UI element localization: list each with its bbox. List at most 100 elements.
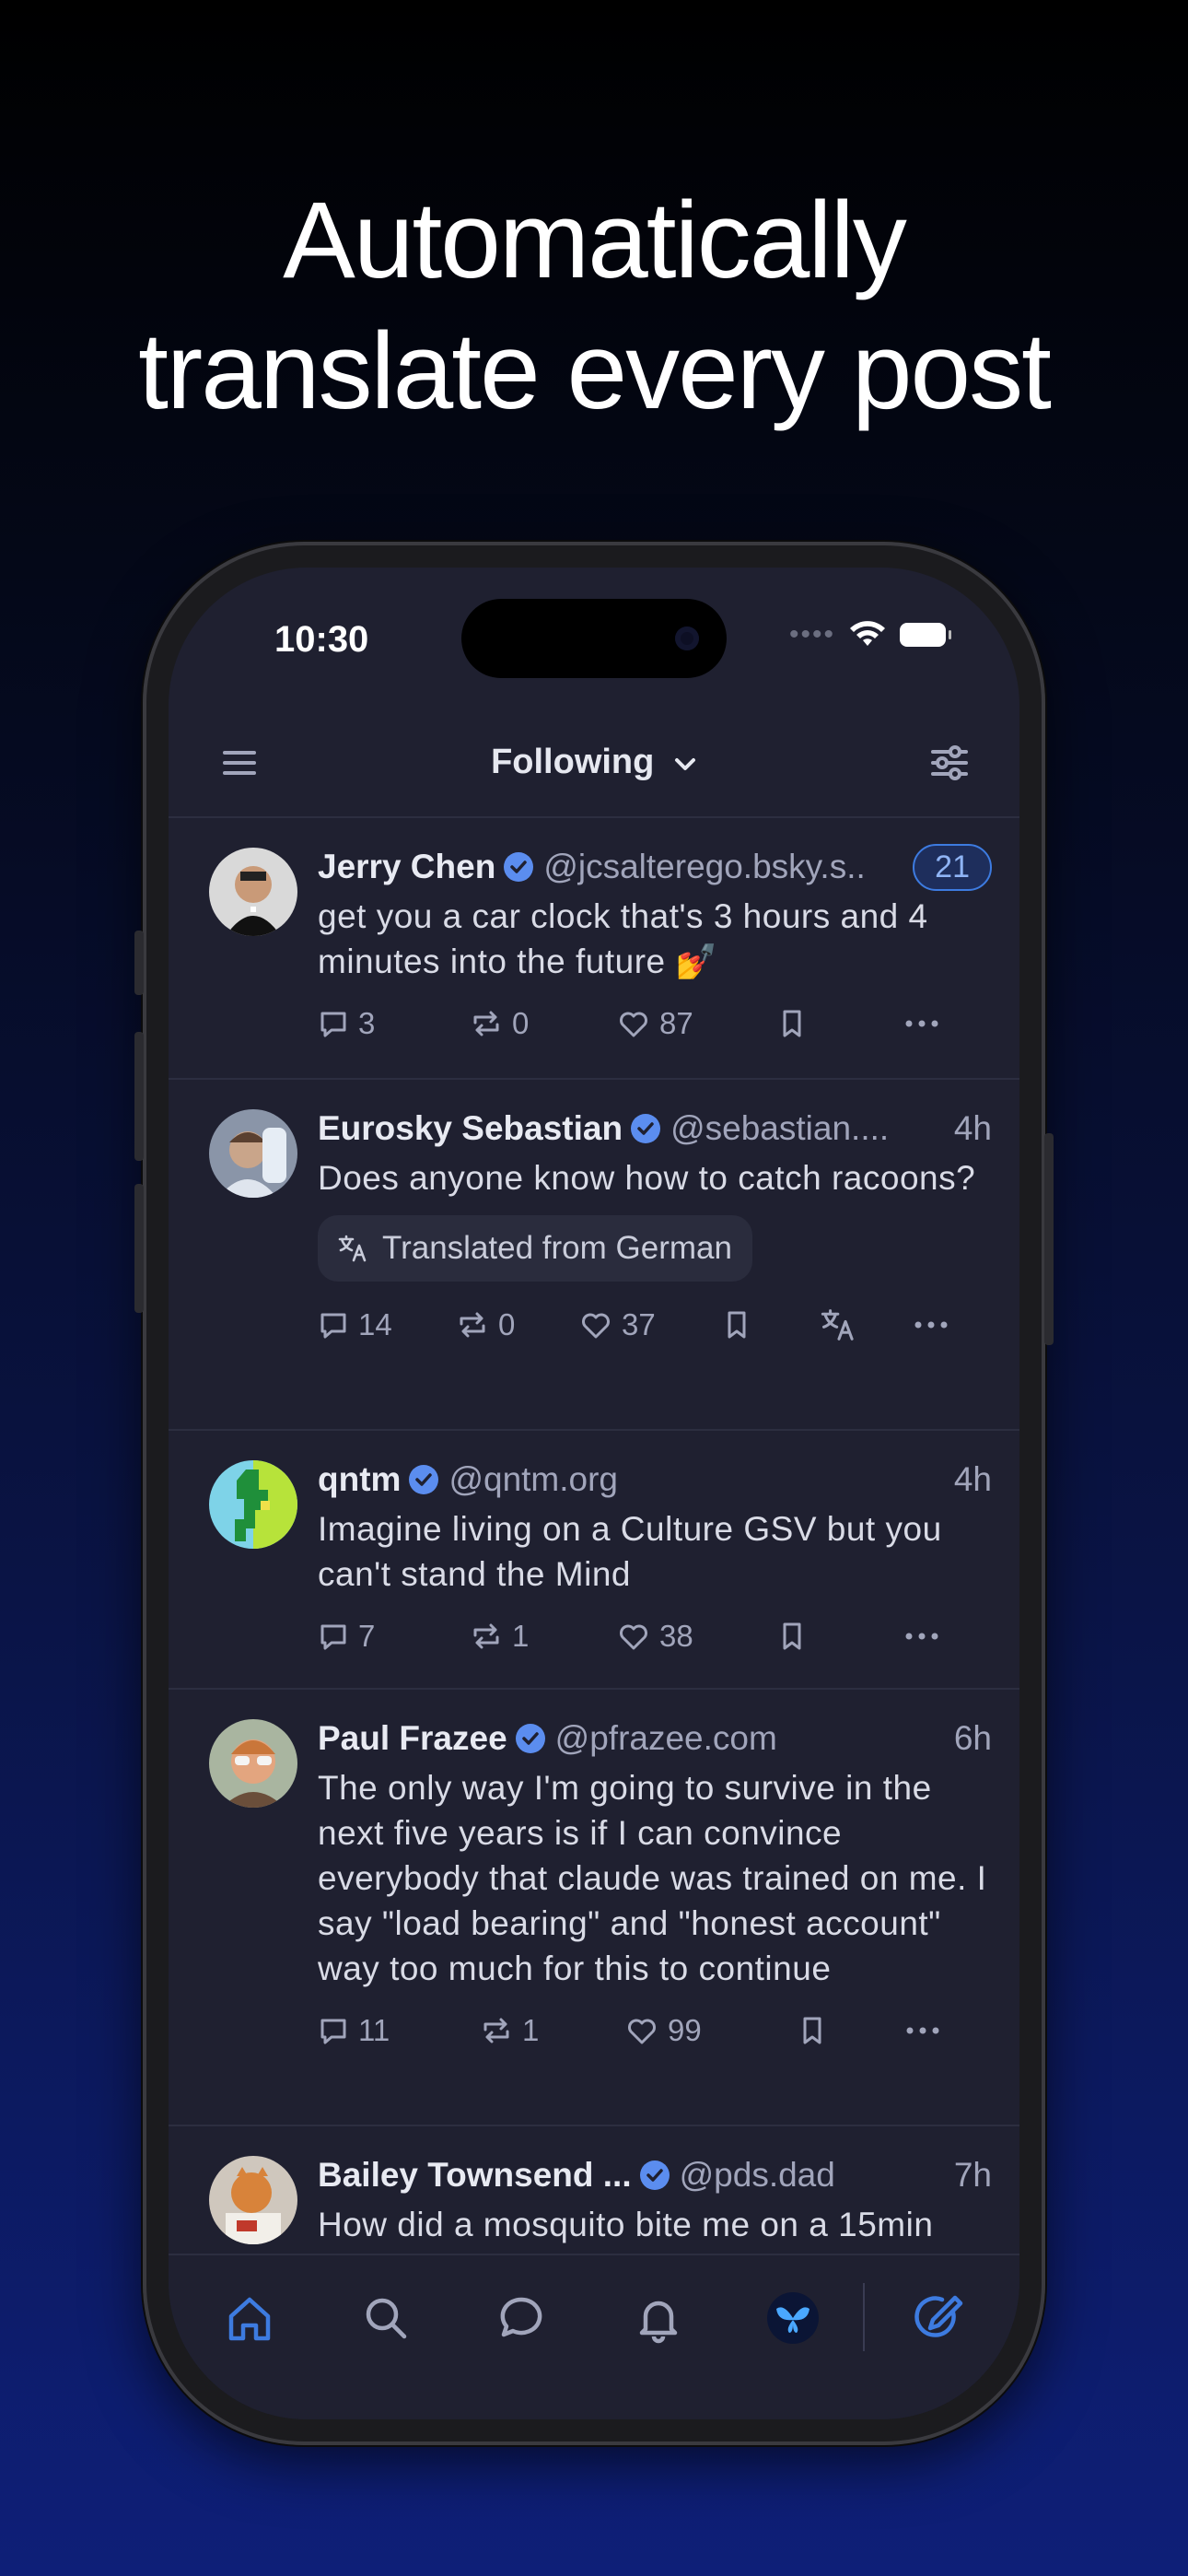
author-name[interactable]: qntm <box>318 1460 401 1499</box>
author-name[interactable]: Paul Frazee <box>318 1719 507 1758</box>
avatar[interactable] <box>209 848 297 936</box>
post-paul-frazee[interactable]: Paul Frazee @pfrazee.com 6h The only way… <box>169 1690 1019 2126</box>
top-nav: Following <box>169 715 1019 818</box>
repost-button[interactable]: 0 <box>470 1006 617 1041</box>
dynamic-island <box>461 599 727 678</box>
bookmark-button[interactable] <box>778 1008 903 1039</box>
home-icon[interactable] <box>222 2290 277 2346</box>
author-handle[interactable]: @jcsalterego.bsky.s.. <box>543 848 907 886</box>
reply-count: 3 <box>358 1006 376 1040</box>
bookmark-icon <box>728 1311 746 1339</box>
avatar[interactable] <box>209 1460 297 1549</box>
avatar[interactable] <box>209 1109 297 1198</box>
more-button[interactable] <box>903 1621 940 1652</box>
bookmark-button[interactable] <box>778 1621 903 1652</box>
bookmark-button[interactable] <box>798 2015 904 2046</box>
like-button[interactable]: 38 <box>617 1619 778 1654</box>
feed-settings-icon[interactable] <box>927 741 972 785</box>
verified-icon <box>409 1465 439 1494</box>
search-icon[interactable] <box>358 2290 413 2346</box>
camera-icon <box>675 626 699 650</box>
like-button[interactable]: 99 <box>625 2013 798 2048</box>
more-button[interactable] <box>904 2015 941 2046</box>
like-count: 87 <box>659 1006 693 1040</box>
bell-icon[interactable] <box>631 2290 686 2346</box>
post-eurosky-sebastian[interactable]: Eurosky Sebastian @sebastian.... 4h Does… <box>169 1080 1019 1431</box>
more-icon <box>905 1020 938 1027</box>
profile-avatar[interactable] <box>765 2290 821 2346</box>
reply-count: 14 <box>358 1307 392 1341</box>
verified-icon <box>515 1724 545 1753</box>
post-actions: 14 0 37 <box>318 1293 992 1357</box>
more-button[interactable] <box>913 1309 949 1341</box>
author-name[interactable]: Eurosky Sebastian <box>318 1109 623 1148</box>
repost-button[interactable]: 1 <box>480 2013 625 2048</box>
new-posts-badge[interactable]: 21 <box>913 843 992 891</box>
reply-button[interactable]: 14 <box>318 1307 456 1342</box>
repost-icon <box>460 1312 485 1338</box>
verified-icon <box>504 852 534 882</box>
post-actions: 11 1 99 <box>318 1998 992 2063</box>
translate-button[interactable] <box>821 1308 913 1341</box>
post-time[interactable]: 7h <box>954 2156 992 2195</box>
repost-icon <box>483 2018 509 2043</box>
author-handle[interactable]: @pfrazee.com <box>555 1719 939 1758</box>
heart-icon <box>620 1624 647 1650</box>
status-time: 10:30 <box>274 619 369 660</box>
repost-icon <box>473 1011 499 1036</box>
reply-button[interactable]: 7 <box>318 1619 470 1654</box>
feed-title: Following <box>491 743 655 781</box>
headline-line-1: Automatically <box>283 180 907 301</box>
avatar[interactable] <box>209 2156 297 2244</box>
verified-icon <box>639 2160 670 2190</box>
post-actions: 3 0 87 <box>318 991 992 1056</box>
bookmark-icon <box>783 1622 801 1650</box>
translate-icon <box>338 1235 367 1262</box>
comment-icon <box>320 1313 346 1339</box>
author-handle[interactable]: @sebastian.... <box>670 1109 939 1148</box>
post-qntm[interactable]: qntm @qntm.org 4h Imagine living on a Cu… <box>169 1431 1019 1690</box>
reply-count: 11 <box>358 2013 390 2047</box>
post-text: The only way I'm going to survive in the… <box>318 1769 987 1987</box>
bookmark-button[interactable] <box>723 1309 821 1341</box>
avatar[interactable] <box>209 1719 297 1808</box>
post-jerry-chen[interactable]: Jerry Chen @jcsalterego.bsky.s.. 21 get … <box>169 818 1019 1080</box>
battery-icon <box>900 623 951 647</box>
translate-icon <box>821 1309 854 1341</box>
more-button[interactable] <box>903 1008 940 1039</box>
like-button[interactable]: 87 <box>617 1006 778 1041</box>
repost-icon <box>473 1623 499 1649</box>
post-time[interactable]: 6h <box>954 1719 992 1758</box>
phone-power-button <box>1044 1133 1054 1345</box>
phone-volume-up <box>134 1032 144 1161</box>
tab-divider <box>863 2283 865 2351</box>
heart-icon <box>582 1313 610 1339</box>
post-time[interactable]: 4h <box>954 1109 992 1148</box>
post-time[interactable]: 4h <box>954 1460 992 1499</box>
author-handle[interactable]: @qntm.org <box>448 1460 938 1499</box>
signal-icon: •••• <box>788 619 835 650</box>
repost-button[interactable]: 1 <box>470 1619 617 1654</box>
heart-icon <box>628 2019 656 2044</box>
feed-selector[interactable]: Following <box>169 743 1019 782</box>
chat-icon[interactable] <box>495 2290 550 2346</box>
bookmark-icon <box>783 1010 801 1037</box>
author-name[interactable]: Bailey Townsend ... <box>318 2156 632 2195</box>
repost-button[interactable]: 0 <box>456 1307 579 1342</box>
heart-icon <box>620 1012 647 1037</box>
status-icons: •••• <box>788 619 951 650</box>
like-count: 37 <box>622 1307 656 1341</box>
reply-button[interactable]: 3 <box>318 1006 470 1041</box>
like-count: 99 <box>668 2013 702 2047</box>
chevron-down-icon <box>674 757 695 770</box>
author-name[interactable]: Jerry Chen <box>318 848 495 886</box>
compose-icon[interactable] <box>909 2290 964 2346</box>
reply-button[interactable]: 11 <box>318 2013 480 2048</box>
headline: Automatically translate every post <box>0 175 1188 437</box>
more-icon <box>914 1321 948 1329</box>
post-text: Imagine living on a Culture GSV but you … <box>318 1510 942 1593</box>
translated-indicator[interactable]: Translated from German <box>318 1215 752 1282</box>
author-handle[interactable]: @pds.dad <box>680 2156 939 2195</box>
bookmark-icon <box>803 2017 821 2044</box>
like-button[interactable]: 37 <box>579 1307 723 1342</box>
